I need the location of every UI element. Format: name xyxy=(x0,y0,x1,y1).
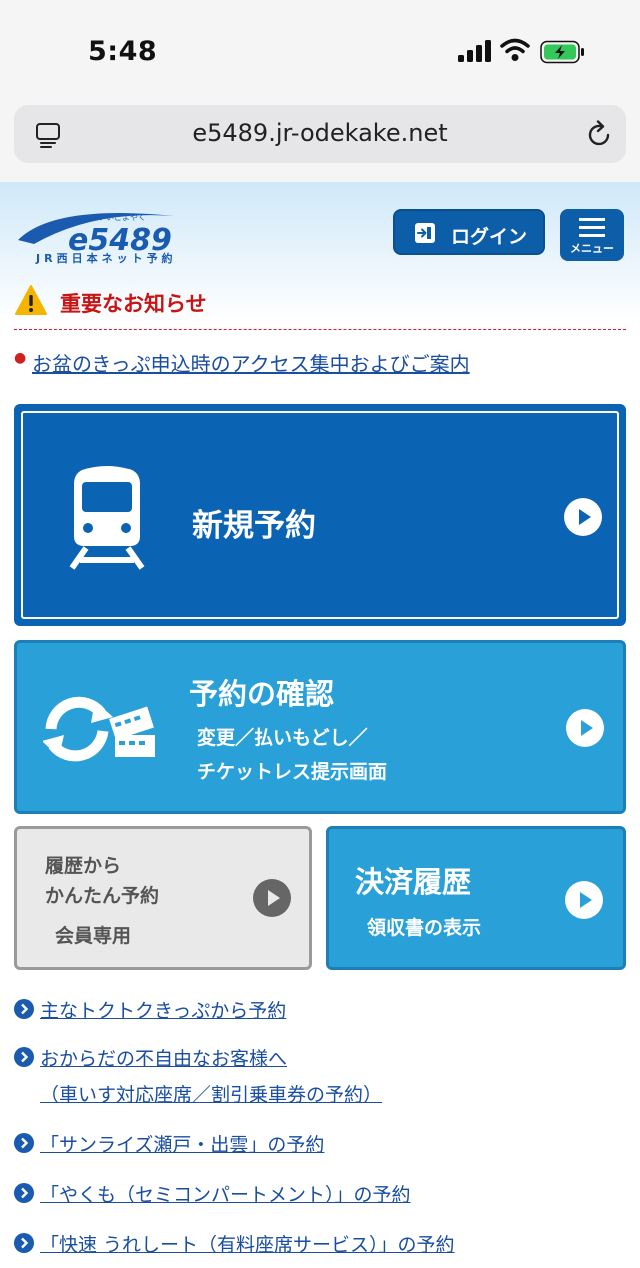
link-text[interactable]: おからだの不自由なお客様へ xyxy=(40,1044,287,1071)
link-text[interactable]: 主なトクトクきっぷから予約 xyxy=(40,996,286,1023)
svg-text:いいごよやく: いいごよやく xyxy=(98,212,146,222)
url-text[interactable]: e5489.jr-odekake.net xyxy=(14,119,626,147)
chevron-circle-icon xyxy=(14,1183,34,1203)
status-time: 5:48 xyxy=(88,36,158,67)
warning-icon xyxy=(15,285,47,315)
status-bar: 5:48 xyxy=(0,0,640,100)
history-label-line1: 履歴から xyxy=(45,855,122,877)
hamburger-icon xyxy=(579,218,605,237)
play-icon xyxy=(566,709,604,747)
payment-history-label: 決済履歴 xyxy=(355,865,472,899)
notice-link[interactable]: お盆のきっぷ申込時のアクセス集中およびご案内 xyxy=(32,348,470,377)
payment-history-button[interactable]: 決済履歴 領収書の表示 xyxy=(326,826,626,970)
cellular-signal-icon xyxy=(458,40,491,62)
login-button[interactable]: ログイン xyxy=(393,209,545,255)
confirm-reservation-button[interactable]: 予約の確認 変更／払いもどし／ チケットレス提示画面 xyxy=(14,640,626,814)
confirm-reservation-label: 予約の確認 xyxy=(189,677,335,711)
refresh-ticket-icon xyxy=(43,696,155,762)
address-bar[interactable]: e5489.jr-odekake.net xyxy=(14,105,626,163)
new-reservation-label: 新規予約 xyxy=(192,508,316,544)
logo-subtitle: JR西日本ネット予約 xyxy=(36,252,177,265)
bullet-icon: ● xyxy=(14,350,27,366)
link-text[interactable]: 「やくも（セミコンパートメント）」の予約 xyxy=(40,1180,411,1207)
link-text[interactable]: 「快速 うれしート（有料座席サービス）」の予約 xyxy=(40,1230,455,1257)
chevron-circle-icon xyxy=(14,1047,34,1067)
login-icon xyxy=(415,223,435,243)
train-icon xyxy=(69,466,145,570)
confirm-reservation-sub2: チケットレス提示画面 xyxy=(197,761,388,783)
chevron-circle-icon xyxy=(14,1133,34,1153)
play-icon xyxy=(253,879,291,917)
history-label-line2: かんたん予約 xyxy=(45,885,160,907)
chevron-circle-icon xyxy=(14,1233,34,1253)
history-reservation-button[interactable]: 履歴から かんたん予約 会員専用 xyxy=(14,826,312,970)
chevron-circle-icon xyxy=(14,999,34,1019)
play-icon xyxy=(564,498,602,536)
menu-button[interactable]: メニュー xyxy=(560,209,624,261)
important-notice-heading: 重要なお知らせ xyxy=(14,284,626,330)
menu-label: メニュー xyxy=(570,242,614,255)
browser-toolbar: e5489.jr-odekake.net xyxy=(0,100,640,182)
reload-icon[interactable] xyxy=(584,119,614,149)
play-icon xyxy=(565,881,603,919)
notice-title: 重要なお知らせ xyxy=(60,292,207,316)
battery-charging-icon xyxy=(540,40,584,64)
link-text[interactable]: 「サンライズ瀬戸・出雲」の予約 xyxy=(40,1130,324,1157)
receipt-label: 領収書の表示 xyxy=(367,917,482,939)
link-text[interactable]: （車いす対応座席／割引乗車券の予約） xyxy=(40,1080,382,1107)
login-label: ログイン xyxy=(451,226,528,248)
new-reservation-button[interactable]: 新規予約 xyxy=(14,404,626,626)
confirm-reservation-sub1: 変更／払いもどし／ xyxy=(197,727,368,749)
members-only-label: 会員専用 xyxy=(55,925,132,947)
wifi-icon xyxy=(500,38,530,61)
